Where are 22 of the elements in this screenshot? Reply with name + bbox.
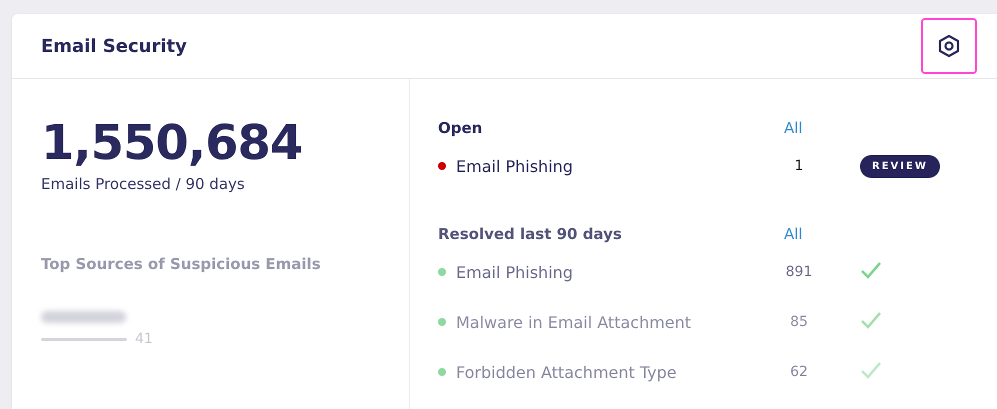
all-link[interactable]: All: [784, 115, 860, 141]
incident-name: Forbidden Attachment Type: [456, 362, 677, 382]
incident-count: 62: [789, 364, 809, 380]
all-link[interactable]: All: [784, 221, 860, 247]
settings-button[interactable]: [921, 18, 977, 74]
check-icon: [860, 311, 882, 329]
emails-processed-value: 1,550,684: [41, 119, 304, 167]
open-title: Open: [438, 118, 484, 139]
check-icon: [860, 361, 882, 379]
sources-title: Top Sources of Suspicious Emails: [41, 255, 322, 273]
card-title: Email Security: [41, 36, 187, 56]
incident-count: 85: [789, 314, 809, 330]
settings-icon: [938, 34, 960, 58]
incident-name: Email Phishing: [456, 156, 573, 176]
check-icon: [860, 261, 882, 279]
emails-processed-caption: Emails Processed / 90 days: [41, 175, 246, 193]
incident-name: Malware in Email Attachment: [456, 312, 692, 332]
incident-count: 1: [794, 158, 804, 174]
resolved-title: Resolved last 90 days: [438, 224, 623, 245]
incident-count: 891: [784, 264, 814, 280]
review-button[interactable]: REVIEW: [860, 155, 940, 178]
incident-name: Email Phishing: [456, 262, 573, 282]
